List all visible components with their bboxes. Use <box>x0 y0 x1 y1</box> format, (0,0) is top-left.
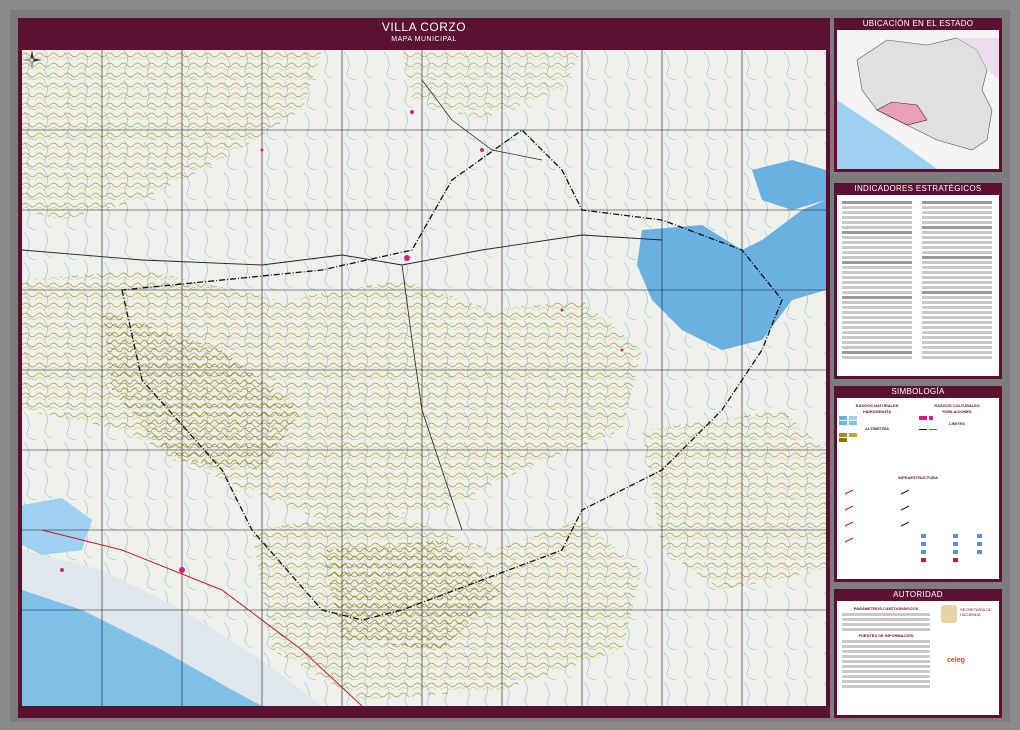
location-panel: UBICACIÓN EN EL ESTADO <box>834 18 1002 172</box>
state-locator-map <box>837 30 999 169</box>
legend-infrastructure-heading: INFRAESTRUCTURA <box>898 475 938 480</box>
agency-name: SECRETARÍA DE HACIENDA <box>960 607 992 617</box>
map-header: VILLA CORZO MAPA MUNICIPAL <box>18 18 830 48</box>
coordinate-ruler <box>22 708 826 716</box>
authority-body: PARÁMETROS CARTOGRÁFICOS FUENTES DE INFO… <box>837 601 999 715</box>
authority-panel: AUTORIDAD PARÁMETROS CARTOGRÁFICOS FUENT… <box>834 589 1002 718</box>
legend-panel-title: SIMBOLOGÍA <box>891 387 945 396</box>
authority-left-column: PARÁMETROS CARTOGRÁFICOS FUENTES DE INFO… <box>839 605 933 690</box>
indicators-right-column <box>919 199 995 361</box>
location-panel-title: UBICACIÓN EN EL ESTADO <box>862 19 974 28</box>
indicators-left-column <box>839 199 915 361</box>
location-panel-body <box>837 30 999 169</box>
legend-infrastructure-symbols <box>844 489 982 562</box>
map-title: VILLA CORZO <box>381 20 467 34</box>
state-seal-logo <box>941 605 957 623</box>
indicators-table <box>837 195 999 376</box>
legend-left-column: RASGOS NATURALES HIDROGRAFÍA ALTIMETRÍA <box>839 402 915 442</box>
topographic-map <box>22 50 826 706</box>
authority-panel-title: AUTORIDAD <box>893 590 943 599</box>
legend-altimetry-heading: ALTIMETRÍA <box>865 426 889 431</box>
legend-body: RASGOS NATURALES HIDROGRAFÍA ALTIMETRÍA … <box>837 398 999 579</box>
sources-heading: FUENTES DE INFORMACIÓN <box>858 633 914 638</box>
legend-right-column: RASGOS CULTURALES POBLACIONES LÍMITES <box>919 402 995 432</box>
indicators-panel-title: INDICADORES ESTRATÉGICOS <box>854 184 982 193</box>
indicators-panel: INDICADORES ESTRATÉGICOS <box>834 183 1002 379</box>
legend-natural-heading: RASGOS NATURALES <box>855 403 899 408</box>
legend-cultural-heading: RASGOS CULTURALES <box>934 403 980 408</box>
map-panel: VILLA CORZO MAPA MUNICIPAL <box>18 18 830 718</box>
map-canvas[interactable] <box>22 50 826 706</box>
compass-rose-icon <box>22 50 42 70</box>
legend-settlements-heading: POBLACIONES <box>942 409 972 414</box>
map-subtitle: MAPA MUNICIPAL <box>391 36 457 43</box>
celeg-logo: celeg <box>947 657 965 664</box>
legend-panel: SIMBOLOGÍA RASGOS NATURALES HIDROGRAFÍA … <box>834 386 1002 582</box>
legend-limits-heading: LÍMITES <box>949 421 965 426</box>
legend-hydrography-heading: HIDROGRAFÍA <box>862 409 892 414</box>
cartographic-params-heading: PARÁMETROS CARTOGRÁFICOS <box>853 606 919 611</box>
